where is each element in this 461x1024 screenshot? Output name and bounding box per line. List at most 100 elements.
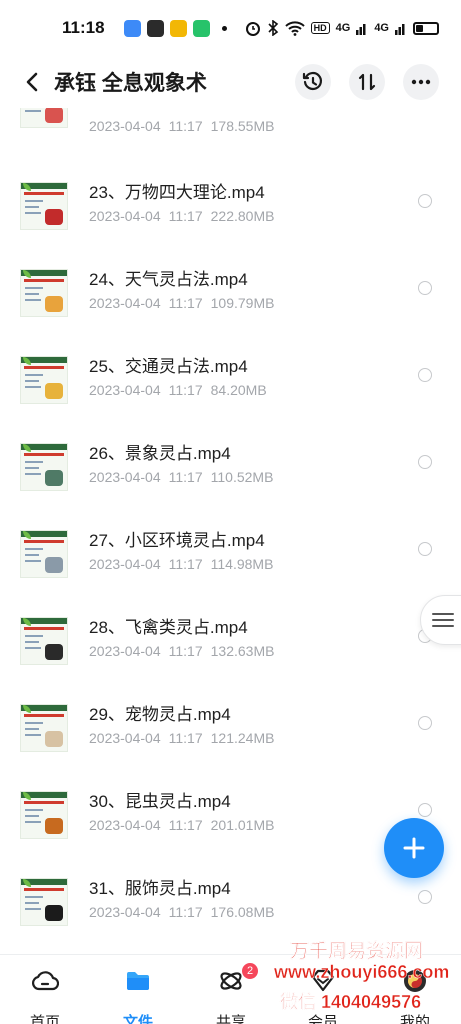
video-thumbnail xyxy=(20,108,68,128)
share-orbit-icon xyxy=(220,972,242,990)
file-size: 178.55MB xyxy=(210,118,275,134)
select-radio[interactable] xyxy=(418,716,432,730)
file-time: 11:17 xyxy=(168,208,203,224)
plus-icon xyxy=(403,837,425,859)
file-date: 2023-04-04 xyxy=(89,643,161,659)
file-date: 2023-04-04 xyxy=(89,556,161,572)
video-thumbnail xyxy=(20,791,68,839)
file-meta: 2023-04-04 11:17 121.24MB xyxy=(89,730,274,746)
file-size: 132.63MB xyxy=(210,643,275,659)
file-date: 2023-04-04 xyxy=(89,730,161,746)
file-size: 110.52MB xyxy=(210,469,274,485)
nav-label-files: 文件 xyxy=(122,1014,153,1024)
file-date: 2023-04-04 xyxy=(89,118,161,134)
file-meta: 2023-04-04 11:17 84.20MB xyxy=(89,382,267,398)
video-thumbnail xyxy=(20,704,68,752)
battery-level xyxy=(416,24,423,32)
signal-4g-label: 4G xyxy=(374,22,389,34)
video-thumbnail xyxy=(20,878,68,926)
file-list-item[interactable]: 24、天气灵占法.mp4 2023-04-04 11:17 109.79MB xyxy=(0,265,461,352)
sort-icon xyxy=(358,73,376,91)
wechat-notification-icon xyxy=(147,19,164,37)
hd-label: HD xyxy=(310,22,330,34)
more-notifications-dot xyxy=(222,25,227,31)
file-meta: 2023-04-04 11:17 110.52MB xyxy=(89,469,273,485)
file-time: 11:17 xyxy=(168,382,203,398)
file-size: 201.01MB xyxy=(210,817,275,833)
file-name: 23、万物四大理论.mp4 xyxy=(89,183,265,202)
history-icon xyxy=(302,71,323,91)
video-thumbnail xyxy=(20,443,68,491)
nav-home[interactable]: 首页 xyxy=(10,961,80,1024)
sort-button[interactable] xyxy=(349,64,385,100)
file-size: 176.08MB xyxy=(210,904,275,920)
more-options-button[interactable] xyxy=(403,64,439,100)
file-size: 121.24MB xyxy=(210,730,275,746)
status-app-icons xyxy=(124,19,227,37)
page-title: 承钰 全息观象术 xyxy=(54,72,207,95)
status-indicators: HD 4G 4G xyxy=(245,20,439,36)
file-time: 11:17 xyxy=(168,556,203,572)
video-thumbnail xyxy=(20,269,68,317)
alarm-icon xyxy=(245,22,260,36)
nav-label-home: 首页 xyxy=(29,1014,60,1024)
nav-label-share: 共享 xyxy=(215,1014,246,1024)
file-time: 11:17 xyxy=(168,469,203,485)
file-date: 2023-04-04 xyxy=(89,295,161,311)
select-radio[interactable] xyxy=(418,194,432,208)
signal-icon xyxy=(356,24,366,35)
file-meta: 2023-04-04 11:17 178.55MB xyxy=(89,118,274,134)
menu-icon xyxy=(432,613,454,627)
file-size: 109.79MB xyxy=(210,295,275,311)
file-size: 222.80MB xyxy=(210,208,275,224)
file-name: 27、小区环境灵占.mp4 xyxy=(89,531,265,550)
select-radio[interactable] xyxy=(418,890,432,904)
nav-share[interactable]: 2 共享 xyxy=(196,961,266,1024)
watermark-overlay: 万千周易资源网 www.zhouyi666.com 微信 1404049576 xyxy=(268,936,458,1016)
status-time: 11:18 xyxy=(62,18,105,37)
file-date: 2023-04-04 xyxy=(89,382,161,398)
watermark-url: www.zhouyi666.com xyxy=(274,962,450,982)
file-name: 24、天气灵占法.mp4 xyxy=(89,270,248,289)
file-name: 28、飞禽类灵占.mp4 xyxy=(89,618,248,637)
file-name: 31、服饰灵占.mp4 xyxy=(89,879,231,898)
file-meta: 2023-04-04 11:17 114.98MB xyxy=(89,556,273,572)
file-date: 2023-04-04 xyxy=(89,469,161,485)
file-list-item[interactable]: 25、交通灵占法.mp4 2023-04-04 11:17 84.20MB xyxy=(0,352,461,439)
file-date: 2023-04-04 xyxy=(89,904,161,920)
file-date: 2023-04-04 xyxy=(89,817,161,833)
file-list-item[interactable]: 29、宠物灵占.mp4 2023-04-04 11:17 121.24MB xyxy=(0,700,461,787)
add-fab-button[interactable] xyxy=(384,818,444,878)
select-radio[interactable] xyxy=(418,542,432,556)
file-meta: 2023-04-04 11:17 222.80MB xyxy=(89,208,274,224)
file-size: 114.98MB xyxy=(210,556,274,572)
file-list-item[interactable]: 28、飞禽类灵占.mp4 2023-04-04 11:17 132.63MB xyxy=(0,613,461,700)
app-notification-icon xyxy=(170,19,187,37)
history-button[interactable] xyxy=(295,64,331,100)
file-time: 11:17 xyxy=(168,817,203,833)
video-thumbnail xyxy=(20,182,68,230)
select-radio[interactable] xyxy=(418,281,432,295)
video-thumbnail xyxy=(20,617,68,665)
more-horizontal-icon xyxy=(411,79,431,85)
share-badge: 2 xyxy=(242,963,258,979)
file-name: 25、交通灵占法.mp4 xyxy=(89,357,248,376)
file-list-item[interactable]: 23、万物四大理论.mp4 2023-04-04 11:17 222.80MB xyxy=(0,178,461,265)
file-time: 11:17 xyxy=(168,643,203,659)
file-list-item[interactable]: 26、景象灵占.mp4 2023-04-04 11:17 110.52MB xyxy=(0,439,461,526)
select-radio[interactable] xyxy=(418,455,432,469)
file-time: 11:17 xyxy=(168,118,203,134)
select-radio[interactable] xyxy=(418,803,432,817)
file-meta: 2023-04-04 11:17 132.63MB xyxy=(89,643,274,659)
app-notification-icon xyxy=(193,19,210,37)
watermark-wechat: 微信 1404049576 xyxy=(280,992,422,1012)
select-radio[interactable] xyxy=(418,368,432,382)
battery-icon xyxy=(413,21,439,35)
file-list-item[interactable]: 27、小区环境灵占.mp4 2023-04-04 11:17 114.98MB xyxy=(0,526,461,613)
back-button[interactable] xyxy=(12,62,52,102)
chevron-left-icon xyxy=(26,72,38,92)
video-thumbnail xyxy=(20,530,68,578)
file-time: 11:17 xyxy=(168,295,203,311)
bluetooth-icon xyxy=(268,20,278,36)
nav-files[interactable]: 文件 xyxy=(103,961,173,1024)
